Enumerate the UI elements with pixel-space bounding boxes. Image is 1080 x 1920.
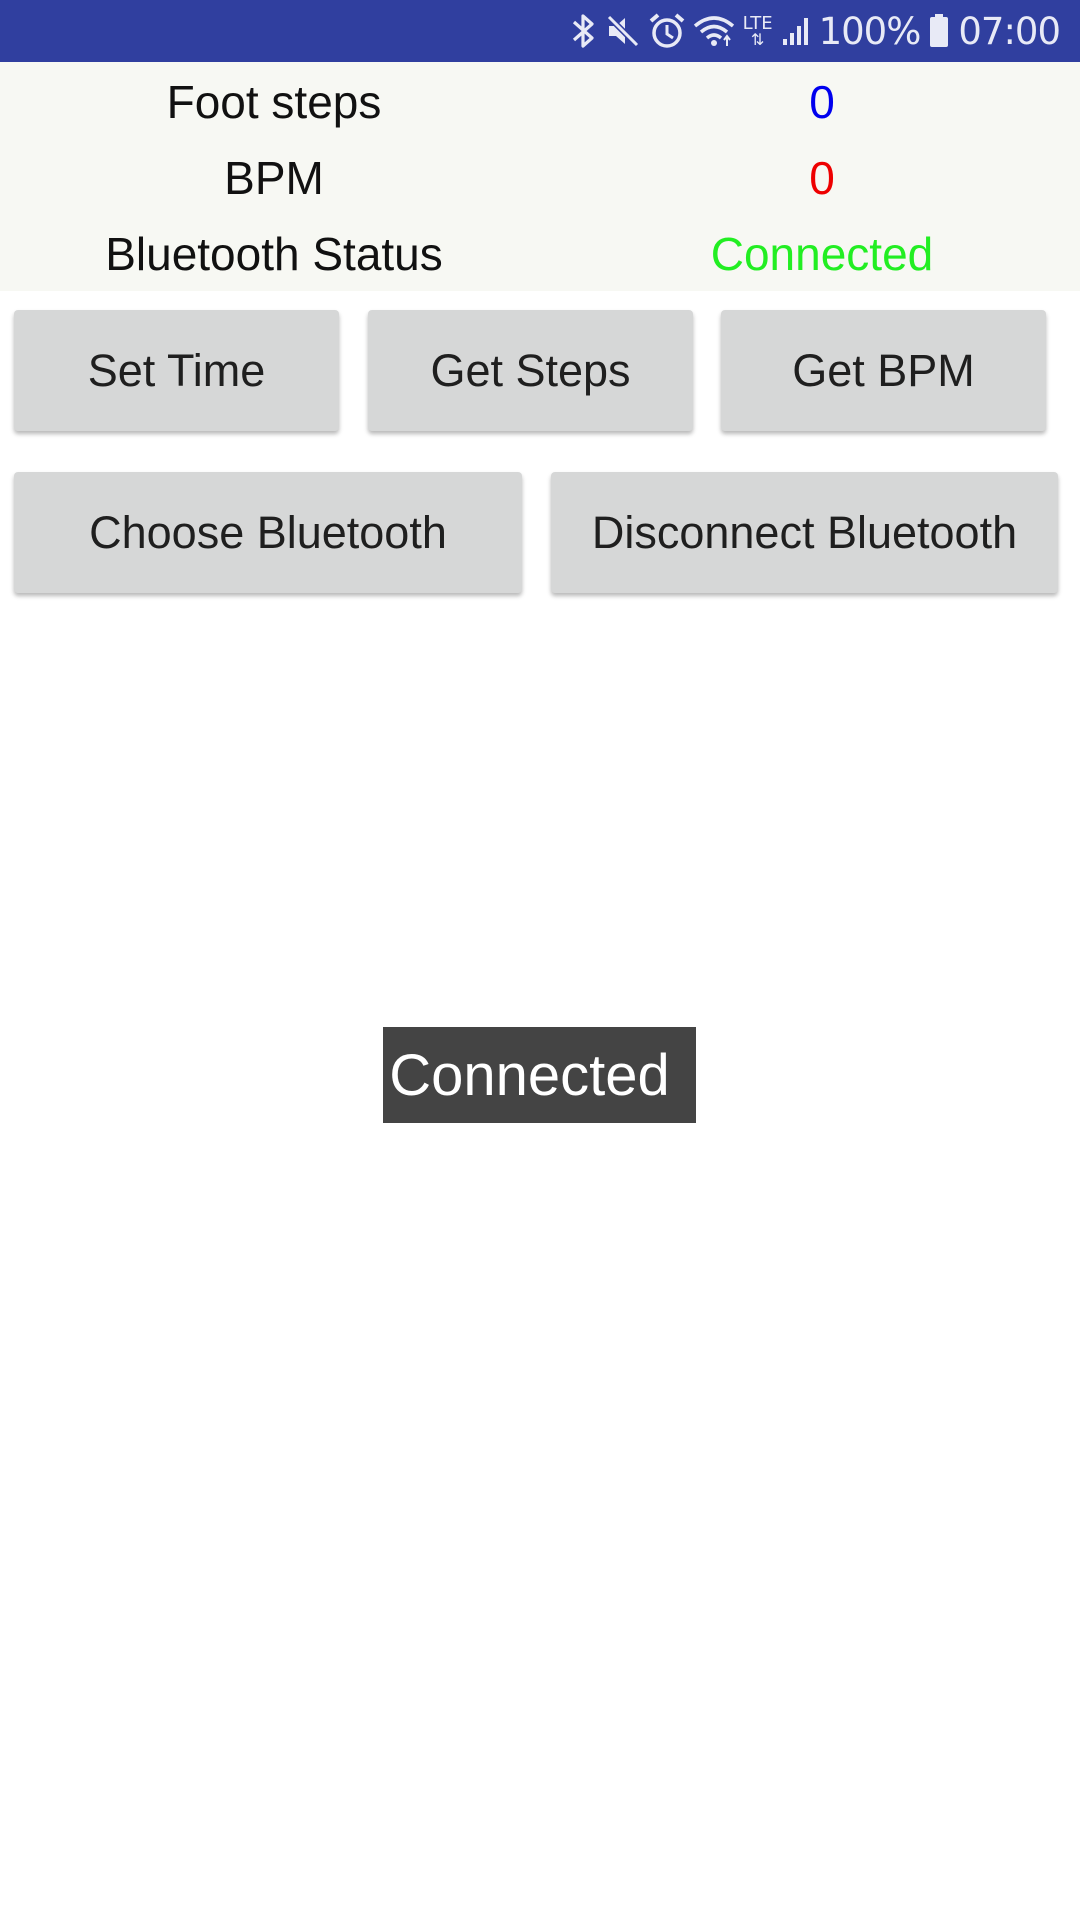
bluetooth-status-label: Bluetooth Status <box>105 228 443 280</box>
foot-steps-row: Foot steps 0 <box>0 64 1080 140</box>
bpm-value: 0 <box>809 152 835 204</box>
foot-steps-label: Foot steps <box>166 76 382 128</box>
mute-icon <box>605 0 641 62</box>
wifi-icon <box>693 0 735 62</box>
bpm-label: BPM <box>224 152 324 204</box>
signal-icon <box>781 0 811 62</box>
lte-icon: LTE ⇅ <box>742 13 773 49</box>
disconnect-bluetooth-button[interactable]: Disconnect Bluetooth <box>551 472 1058 593</box>
get-bpm-button[interactable]: Get BPM <box>721 310 1046 431</box>
set-time-button[interactable]: Set Time <box>14 310 339 431</box>
status-icons: LTE ⇅ 100% 07:00 <box>571 0 1061 62</box>
status-bar: LTE ⇅ 100% 07:00 <box>0 0 1080 62</box>
bluetooth-status-value: Connected <box>710 228 934 280</box>
battery-icon <box>928 0 950 62</box>
battery-percent: 100% <box>818 9 922 53</box>
toast-message: Connected <box>383 1027 696 1123</box>
bpm-row: BPM 0 <box>0 140 1080 216</box>
get-steps-button[interactable]: Get Steps <box>368 310 693 431</box>
clock: 07:00 <box>958 9 1061 53</box>
info-panel: Foot steps 0 BPM 0 Bluetooth Status Conn… <box>0 62 1080 291</box>
choose-bluetooth-button[interactable]: Choose Bluetooth <box>14 472 522 593</box>
bluetooth-icon <box>571 0 597 62</box>
foot-steps-value: 0 <box>809 76 835 128</box>
bluetooth-status-row: Bluetooth Status Connected <box>0 216 1080 292</box>
alarm-icon <box>649 0 685 62</box>
